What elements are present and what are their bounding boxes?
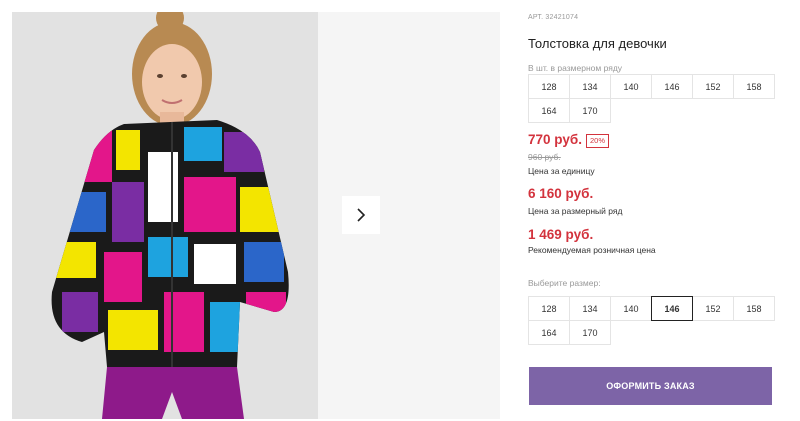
size-range-cell: 152 (692, 74, 734, 99)
size-option[interactable]: 152 (692, 296, 734, 321)
size-select-grid: 128 134 140 146 152 158 164 170 (528, 296, 775, 345)
size-option[interactable]: 128 (528, 296, 570, 321)
product-sku: АРТ. 32421074 (528, 14, 579, 21)
next-image-button[interactable] (342, 196, 380, 234)
product-details: АРТ. 32421074 Толстовка для девочки В шт… (528, 0, 788, 421)
size-option[interactable]: 170 (569, 320, 611, 345)
size-range-cell: 164 (528, 98, 570, 123)
range-price-label: Цена за размерный ряд (528, 206, 623, 216)
old-price: 960 руб. (528, 152, 561, 162)
size-range-cell: 170 (569, 98, 611, 123)
chevron-right-icon (357, 208, 366, 222)
unit-price: 770 руб. (528, 132, 582, 147)
size-option[interactable]: 164 (528, 320, 570, 345)
size-option[interactable]: 158 (733, 296, 775, 321)
product-gallery (0, 0, 500, 421)
size-range-grid: 128 134 140 146 152 158 164 170 (528, 74, 775, 123)
retail-price-label: Рекомендуемая розничная цена (528, 245, 656, 255)
size-option-selected[interactable]: 146 (651, 296, 693, 321)
size-option[interactable]: 134 (569, 296, 611, 321)
product-title: Толстовка для девочки (528, 36, 667, 51)
unit-price-label: Цена за единицу (528, 166, 595, 176)
range-price: 6 160 руб. (528, 186, 594, 201)
size-range-cell: 128 (528, 74, 570, 99)
size-range-cell: 158 (733, 74, 775, 99)
size-range-label: В шт. в размерном ряду (528, 63, 623, 73)
size-range-cell: 134 (569, 74, 611, 99)
order-button[interactable]: ОФОРМИТЬ ЗАКАЗ (529, 367, 772, 405)
size-range-cell: 146 (651, 74, 693, 99)
product-photo (12, 12, 318, 419)
discount-badge: 20% (586, 134, 610, 148)
retail-price: 1 469 руб. (528, 227, 594, 242)
size-option[interactable]: 140 (610, 296, 652, 321)
size-range-cell: 140 (610, 74, 652, 99)
choose-size-label: Выберите размер: (528, 278, 601, 288)
